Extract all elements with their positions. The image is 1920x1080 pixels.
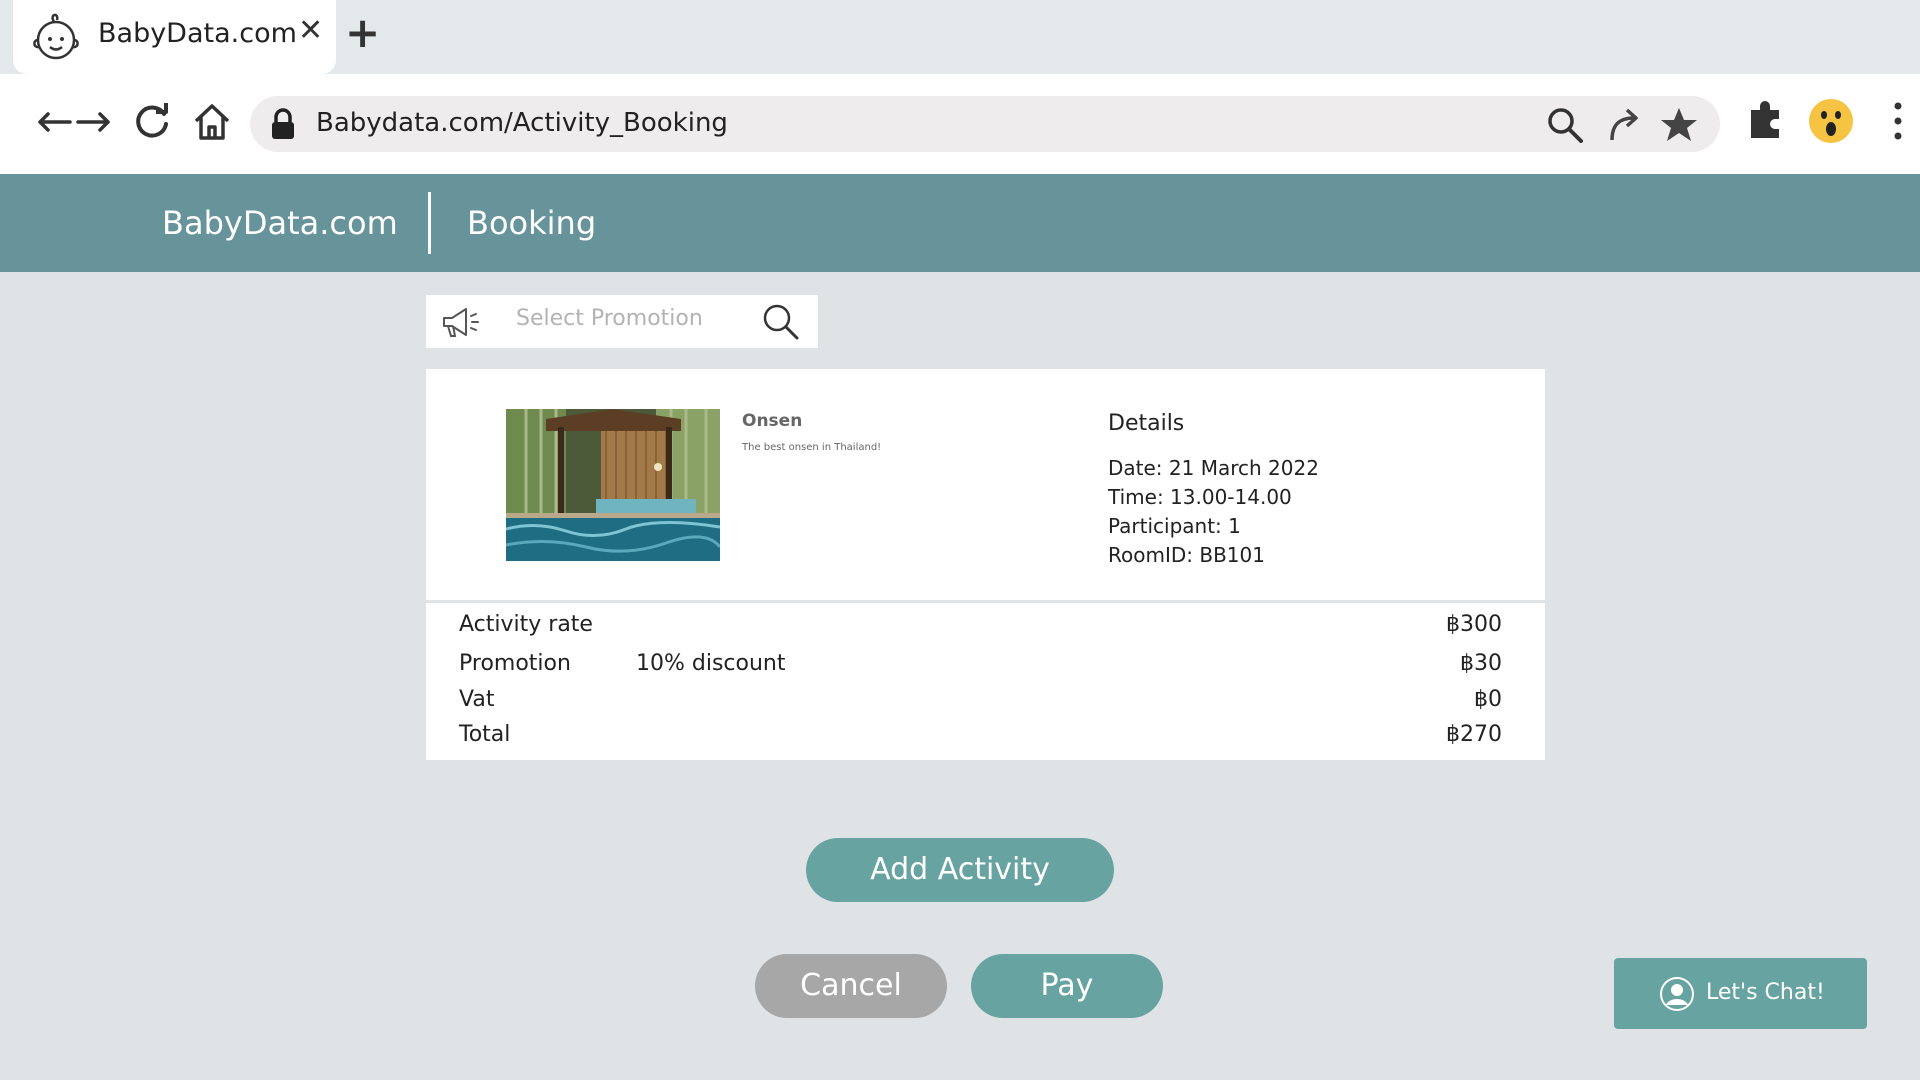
profile-avatar-icon[interactable] bbox=[1808, 98, 1854, 144]
vat-value: ฿0 bbox=[1474, 687, 1502, 712]
promotion-value: ฿30 bbox=[1460, 651, 1502, 676]
detail-participant: Participant: 1 bbox=[1108, 514, 1241, 538]
lock-icon bbox=[272, 108, 294, 139]
chat-button[interactable]: Let's Chat! bbox=[1614, 958, 1867, 1029]
bookmark-star-icon[interactable] bbox=[1660, 106, 1698, 144]
price-breakdown: Activity rate ฿300 Promotion 10% discoun… bbox=[426, 603, 1545, 760]
activity-rate-value: ฿300 bbox=[1446, 612, 1502, 637]
promotion-label: Promotion bbox=[459, 651, 571, 676]
browser-toolbar: Babydata.com/Activity_Booking bbox=[0, 74, 1920, 174]
add-activity-button[interactable]: Add Activity bbox=[806, 838, 1114, 902]
onsen-photo bbox=[506, 409, 720, 561]
browser-menu-icon[interactable] bbox=[1875, 98, 1920, 144]
search-icon[interactable] bbox=[1546, 106, 1584, 144]
extensions-puzzle-icon[interactable] bbox=[1743, 98, 1789, 144]
detail-time: Time: 13.00-14.00 bbox=[1108, 485, 1292, 509]
user-avatar-icon bbox=[1660, 977, 1694, 1011]
activity-rate-label: Activity rate bbox=[459, 612, 593, 637]
brand-link[interactable]: BabyData.com bbox=[162, 204, 398, 242]
total-value: ฿270 bbox=[1446, 722, 1502, 747]
tab-title: BabyData.com bbox=[98, 18, 297, 49]
app-header: BabyData.com Booking bbox=[0, 174, 1920, 272]
search-icon[interactable] bbox=[762, 303, 800, 341]
activity-name: Onsen bbox=[742, 411, 803, 431]
close-tab-icon[interactable]: ✕ bbox=[298, 16, 323, 46]
promotion-input[interactable] bbox=[516, 306, 716, 331]
address-bar[interactable]: Babydata.com/Activity_Booking bbox=[250, 96, 1720, 152]
megaphone-icon bbox=[443, 308, 479, 337]
home-icon[interactable] bbox=[190, 100, 234, 144]
url-text[interactable]: Babydata.com/Activity_Booking bbox=[316, 108, 728, 138]
back-arrow-icon[interactable] bbox=[32, 100, 76, 144]
total-label: Total bbox=[459, 722, 511, 747]
activity-description: The best onsen in Thailand! bbox=[742, 442, 882, 453]
booking-card: Onsen The best onsen in Thailand! Detail… bbox=[426, 369, 1545, 600]
detail-date: Date: 21 March 2022 bbox=[1108, 456, 1319, 480]
chat-label: Let's Chat! bbox=[1706, 980, 1825, 1005]
pay-button[interactable]: Pay bbox=[971, 954, 1163, 1018]
browser-tab-bar: BabyData.com ✕ + bbox=[0, 0, 1920, 74]
reload-icon[interactable] bbox=[130, 100, 174, 144]
page-title: Booking bbox=[467, 204, 597, 242]
forward-arrow-icon[interactable] bbox=[72, 100, 116, 144]
vat-label: Vat bbox=[459, 687, 495, 712]
details-heading: Details bbox=[1108, 411, 1185, 436]
share-icon[interactable] bbox=[1606, 106, 1644, 144]
new-tab-icon[interactable]: + bbox=[345, 12, 380, 54]
header-divider bbox=[428, 192, 431, 254]
promotion-selector[interactable] bbox=[426, 295, 818, 348]
detail-room-id: RoomID: BB101 bbox=[1108, 543, 1265, 567]
baby-face-icon bbox=[33, 13, 79, 60]
browser-tab[interactable]: BabyData.com ✕ bbox=[13, 0, 336, 74]
cancel-button[interactable]: Cancel bbox=[755, 954, 947, 1018]
promotion-note: 10% discount bbox=[636, 651, 786, 676]
